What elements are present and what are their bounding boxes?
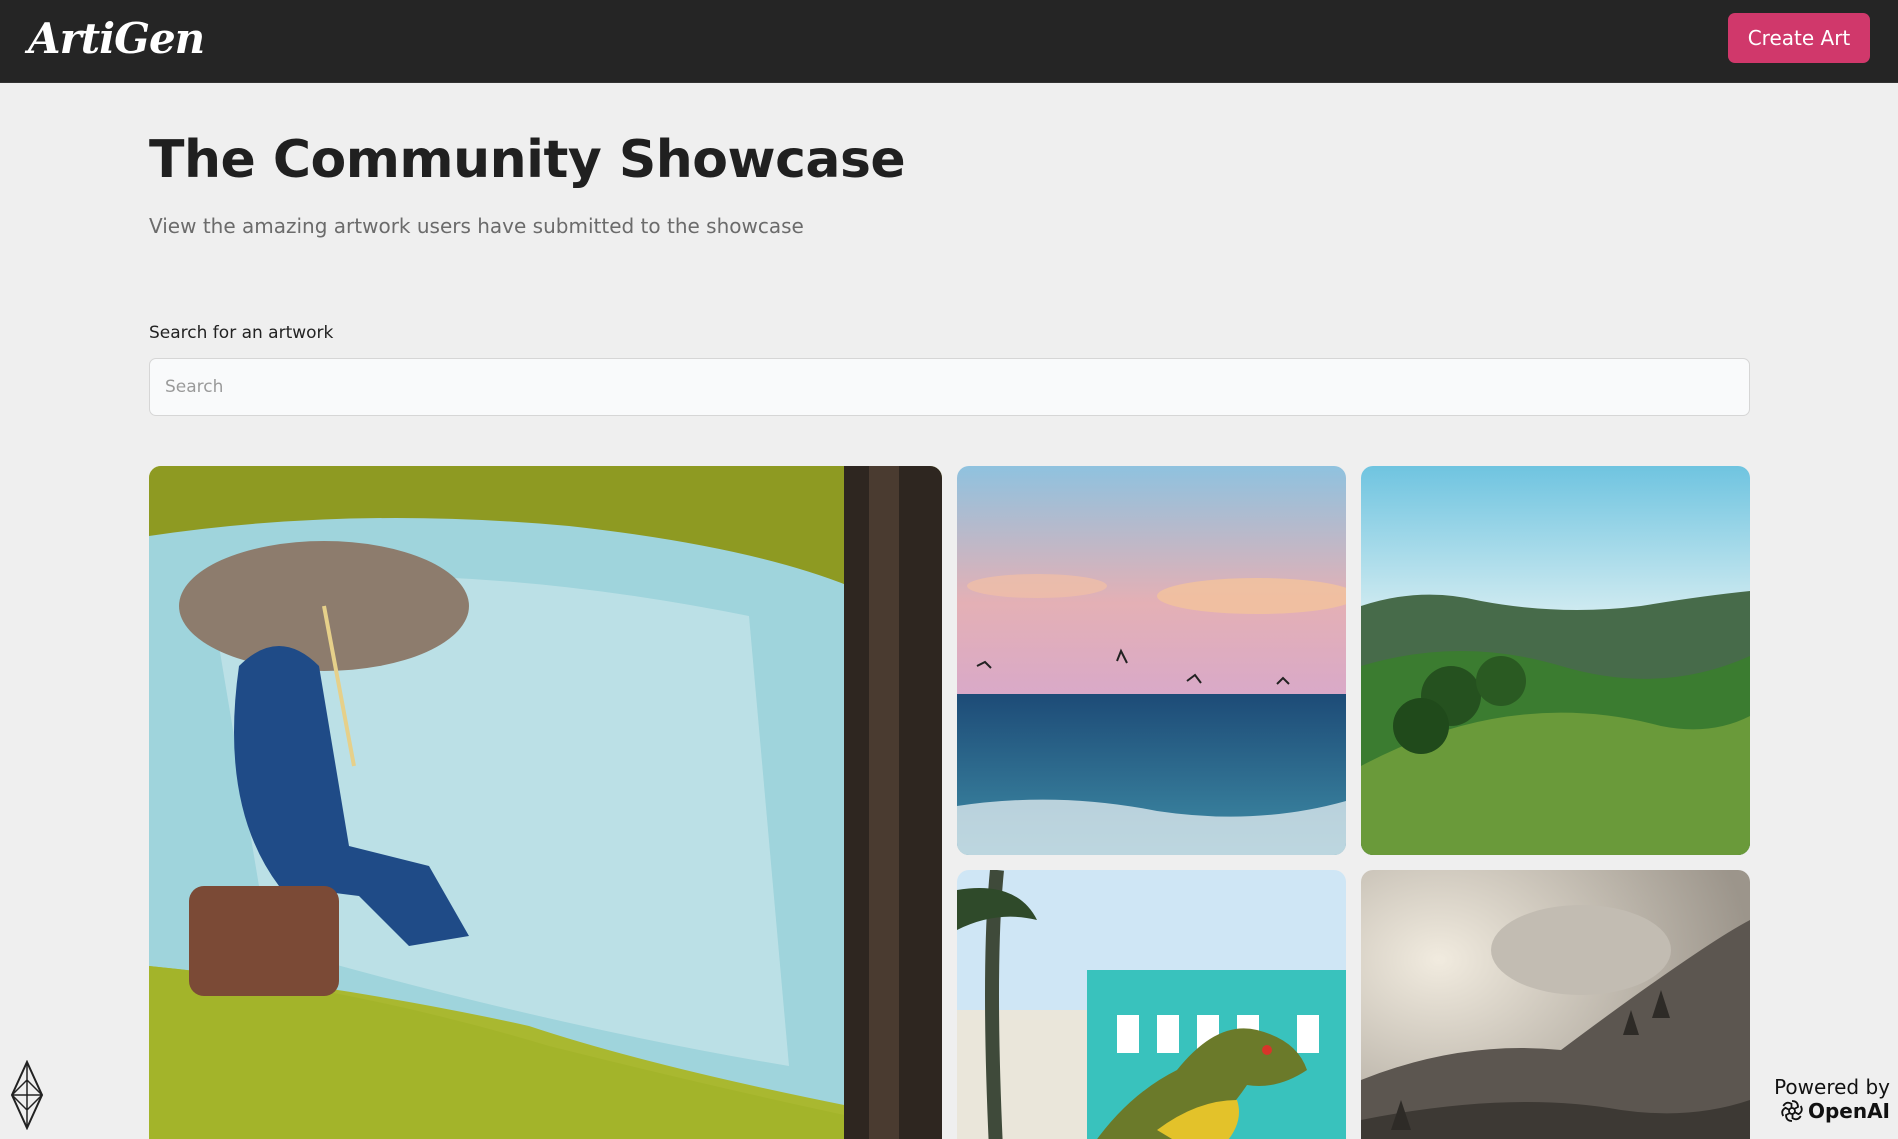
gallery-item-toy-dinosaur[interactable] (957, 870, 1346, 1139)
page-title: The Community Showcase (149, 130, 906, 190)
powered-by-label: Powered by (1774, 1075, 1890, 1099)
navbar: ArtiGen Create Art (0, 0, 1898, 83)
search-input[interactable] (149, 358, 1750, 416)
artwork-image (149, 466, 942, 1139)
powered-by-badge[interactable]: Powered by OpenAI (1774, 1075, 1890, 1123)
search-label: Search for an artwork (149, 323, 334, 343)
artwork-image (957, 466, 1346, 855)
openai-brand: OpenAI (1774, 1099, 1890, 1123)
gallery-item-ocean-sunset[interactable] (957, 466, 1346, 855)
gallery-item-umbrella-painting[interactable] (149, 466, 942, 1139)
artwork-image (1361, 870, 1750, 1139)
gallery-item-misty-mountains[interactable] (1361, 870, 1750, 1139)
diamond-logo-icon (10, 1060, 44, 1130)
artwork-image (1361, 466, 1750, 855)
create-art-button[interactable]: Create Art (1728, 13, 1870, 63)
gallery-item-green-hills[interactable] (1361, 466, 1750, 855)
page-subtitle: View the amazing artwork users have subm… (149, 214, 804, 238)
openai-logo-icon (1781, 1100, 1803, 1122)
artwork-image (957, 870, 1346, 1139)
openai-label: OpenAI (1807, 1099, 1890, 1123)
artigen-logo[interactable]: ArtiGen (28, 14, 205, 63)
